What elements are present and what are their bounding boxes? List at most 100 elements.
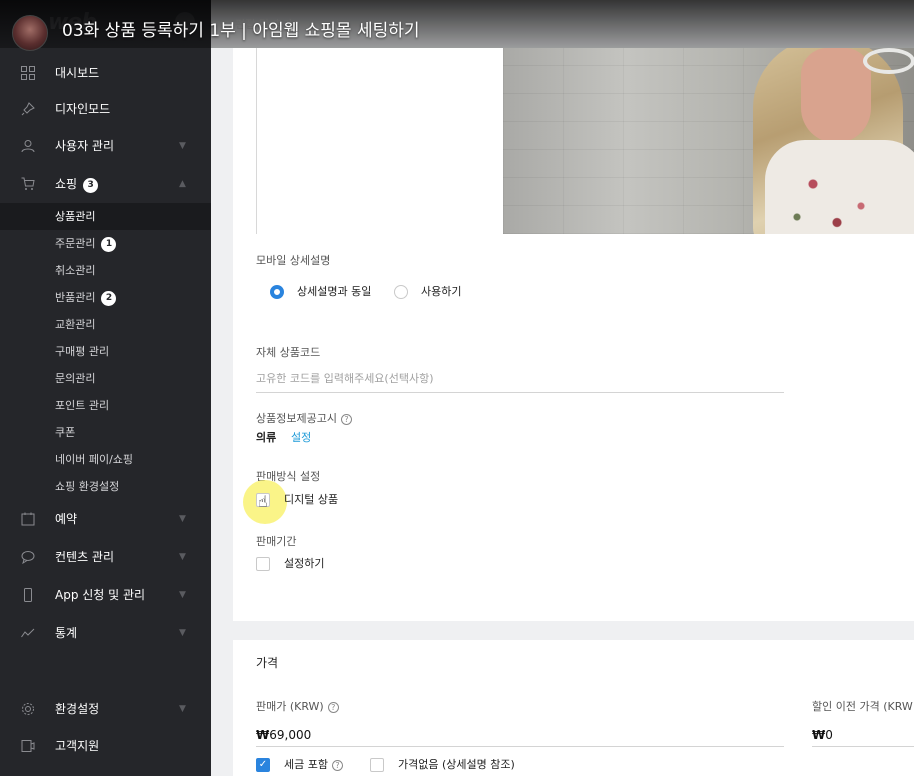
chevron-down-icon: ▼ — [179, 514, 186, 524]
subitem-label: 네이버 페이/쇼핑 — [55, 453, 134, 466]
video-title-bar: 편집 및 추가 03화 상품 등록하기 1부 | 아임웹 쇼핑몰 세팅하기 — [0, 0, 914, 51]
no-price-label: 가격없음 (상세설명 참조) — [398, 758, 515, 771]
radio-same-label: 상세설명과 동일 — [297, 285, 372, 298]
chevron-down-icon: ▼ — [179, 552, 186, 562]
sidebar-item-label: 컨텐츠 관리 — [55, 550, 115, 564]
subitem-label: 취소관리 — [55, 264, 96, 277]
digital-product-label: 디지털 상품 — [284, 493, 339, 506]
sidebar-subitem-products[interactable]: 상품관리 — [0, 203, 211, 230]
returns-label: 반품관리 — [55, 291, 96, 304]
sidebar-subitem-coupons[interactable]: 쿠폰 — [0, 419, 211, 446]
sale-period-set-label: 설정하기 — [284, 557, 325, 570]
subitem-label: 쿠폰 — [55, 426, 76, 439]
returns-count-badge: 2 — [101, 291, 117, 306]
image-face — [801, 48, 871, 143]
chevron-down-icon: ▼ — [179, 590, 186, 600]
subitem-label: 주문관리 1 — [55, 236, 117, 252]
sidebar-item-contents[interactable]: 컨텐츠 관리 ▼ — [0, 540, 211, 574]
sidebar-item-shopping[interactable]: 쇼핑 3 ▲ — [0, 167, 211, 201]
sidebar-subitem-orders[interactable]: 주문관리 1 — [0, 230, 211, 257]
sidebar-item-users[interactable]: 사용자 관리 ▼ — [0, 129, 211, 163]
support-icon — [20, 738, 36, 754]
detail-editor[interactable] — [256, 48, 503, 234]
sidebar-item-label: App 신청 및 관리 — [55, 588, 146, 602]
sidebar-subitem-naver-pay[interactable]: 네이버 페이/쇼핑 — [0, 446, 211, 473]
no-price-checkbox[interactable] — [370, 758, 384, 772]
subitem-label: 구매평 관리 — [55, 345, 110, 358]
sidebar-item-label: 대시보드 — [55, 66, 100, 80]
info-notice-value: 의류 — [256, 431, 277, 444]
chevron-down-icon: ▼ — [179, 704, 186, 714]
own-code-underline — [256, 392, 784, 393]
help-icon[interactable]: ? — [340, 414, 352, 425]
sidebar-item-label: 디자인모드 — [55, 102, 111, 116]
sale-price-input[interactable]: ₩69,000 — [256, 728, 311, 743]
sale-price-underline — [256, 746, 784, 747]
sidebar-item-label: 고객지원 — [55, 739, 100, 753]
sidebar-item-label: 예약 — [55, 512, 78, 526]
video-title[interactable]: 03화 상품 등록하기 1부 | 아임웹 쇼핑몰 세팅하기 — [62, 20, 420, 42]
subitem-label: 교환관리 — [55, 318, 96, 331]
sidebar-item-stats[interactable]: 통계 ▼ — [0, 616, 211, 650]
info-notice-setting-link[interactable]: 설정 — [291, 431, 311, 445]
before-discount-input[interactable]: ₩0 — [812, 728, 833, 743]
price-section-title: 가격 — [256, 656, 279, 670]
hand-cursor-icon: ☝ — [258, 492, 268, 511]
tax-included-checkbox[interactable]: ✓ — [256, 758, 270, 772]
sidebar-item-design-mode[interactable]: 디자인모드 — [0, 92, 211, 126]
gear-icon — [20, 701, 36, 717]
sale-price-label: 판매가 (KRW)? — [256, 700, 339, 714]
sidebar-subitem-points[interactable]: 포인트 관리 — [0, 392, 211, 419]
won-symbol: ₩ — [812, 728, 826, 742]
pin-icon — [20, 101, 36, 117]
mobile-desc-label: 모바일 상세설명 — [256, 254, 331, 267]
radio-same-as-desc[interactable] — [270, 285, 284, 299]
phone-icon — [20, 587, 36, 603]
trend-icon — [20, 625, 36, 641]
chevron-up-icon: ▲ — [179, 179, 186, 189]
orders-count-badge: 1 — [101, 237, 117, 252]
sidebar-item-support[interactable]: 고객지원 — [0, 729, 211, 763]
calendar-icon — [20, 511, 36, 527]
sidebar-subitem-returns[interactable]: 반품관리 2 — [0, 284, 211, 311]
before-discount-label: 할인 이전 가격 (KRW — [812, 700, 913, 713]
sale-price-label-text: 판매가 (KRW) — [256, 700, 324, 713]
sidebar-subitem-cancellations[interactable]: 취소관리 — [0, 257, 211, 284]
help-icon[interactable]: ? — [331, 760, 343, 771]
grid-icon — [20, 65, 36, 81]
tax-included-text: 세금 포함 — [284, 758, 328, 771]
subitem-label: 포인트 관리 — [55, 399, 110, 412]
shopping-label: 쇼핑 — [55, 177, 78, 191]
own-code-label: 자체 상품코드 — [256, 346, 321, 359]
info-notice-text: 상품정보제공고시 — [256, 412, 337, 425]
image-blouse — [765, 140, 914, 234]
chevron-down-icon: ▼ — [179, 628, 186, 638]
sidebar-item-settings[interactable]: 환경설정 ▼ — [0, 692, 211, 726]
subitem-label: 문의관리 — [55, 372, 96, 385]
sidebar-subitem-reviews[interactable]: 구매평 관리 — [0, 338, 211, 365]
radio-use-label: 사용하기 — [421, 285, 462, 298]
sidebar-subitem-exchanges[interactable]: 교환관리 — [0, 311, 211, 338]
sidebar-subitem-inquiries[interactable]: 문의관리 — [0, 365, 211, 392]
user-icon — [20, 138, 36, 154]
shopping-count-badge: 3 — [83, 178, 99, 193]
radio-use-mobile[interactable] — [394, 285, 408, 299]
own-code-input[interactable]: 고유한 코드를 입력해주세요(선택사항) — [256, 372, 434, 386]
sidebar-item-reservation[interactable]: 예약 ▼ — [0, 502, 211, 536]
before-discount-value: 0 — [825, 728, 833, 742]
sale-period-checkbox[interactable] — [256, 557, 270, 571]
sidebar-item-app[interactable]: App 신청 및 관리 ▼ — [0, 578, 211, 612]
product-image — [503, 48, 914, 234]
sidebar-item-label: 사용자 관리 — [55, 139, 115, 153]
sidebar-subitem-shop-settings[interactable]: 쇼핑 환경설정 — [0, 473, 211, 500]
chat-icon — [20, 549, 36, 565]
cart-icon — [20, 176, 36, 192]
channel-avatar[interactable] — [12, 15, 48, 51]
orders-label: 주문관리 — [55, 237, 96, 250]
won-symbol: ₩ — [256, 728, 270, 742]
info-notice-label: 상품정보제공고시? — [256, 412, 352, 426]
sidebar-item-dashboard[interactable]: 대시보드 — [0, 56, 211, 90]
subitem-label: 쇼핑 환경설정 — [55, 480, 120, 493]
help-icon[interactable]: ? — [327, 702, 339, 713]
chevron-down-icon: ▼ — [179, 141, 186, 151]
